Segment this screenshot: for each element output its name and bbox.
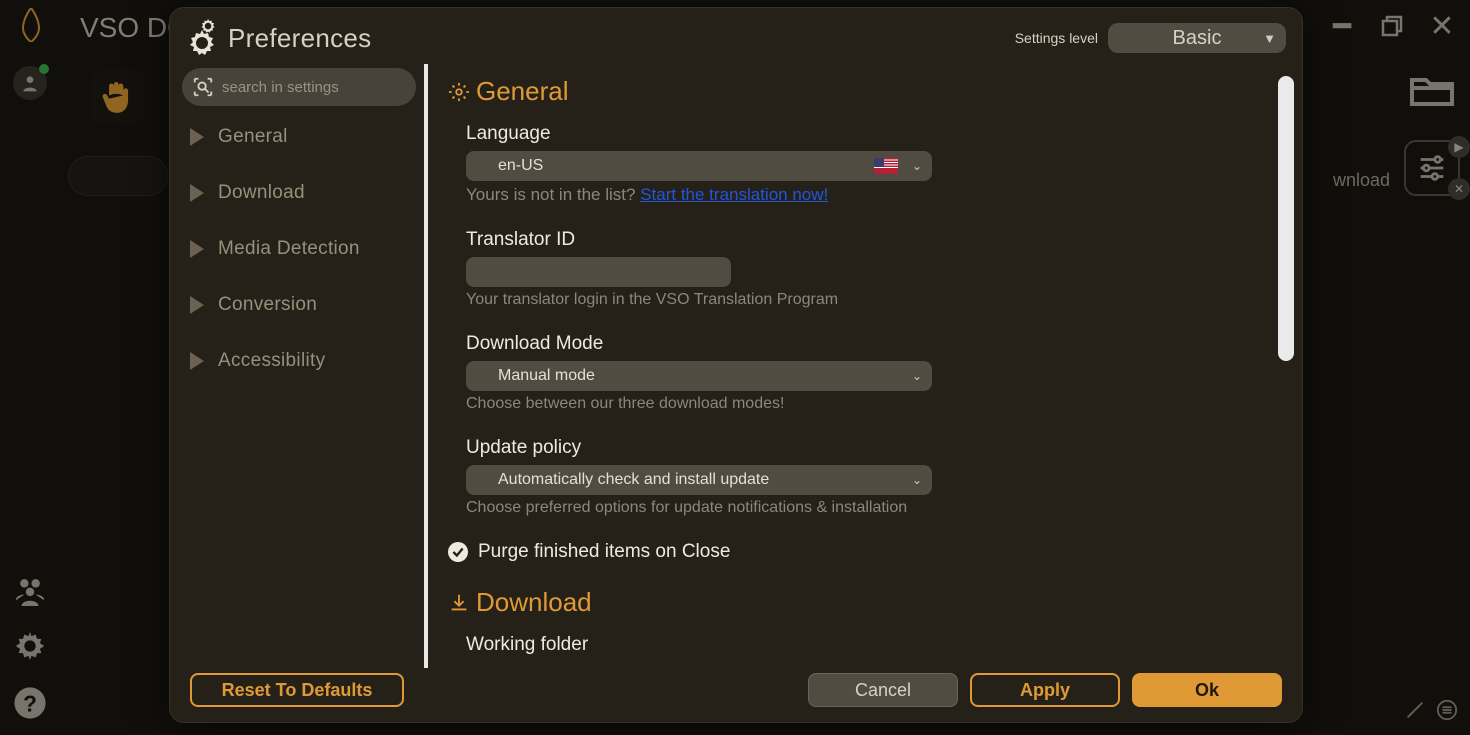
update-policy-label: Update policy	[466, 437, 1272, 459]
sidebar-item-media-detection[interactable]: Media Detection	[182, 224, 416, 274]
flag-us-icon	[874, 158, 898, 174]
translator-id-input[interactable]	[466, 257, 731, 287]
sidebar-item-general[interactable]: General	[182, 112, 416, 162]
chevron-down-icon: ⌄	[912, 159, 922, 173]
working-folder-label: Working folder	[466, 634, 1272, 656]
update-policy-desc: Choose preferred options for update noti…	[466, 499, 1272, 517]
play-icon	[190, 240, 204, 258]
play-icon	[190, 128, 204, 146]
dialog-title: Preferences	[228, 23, 371, 54]
update-policy-select[interactable]: Automatically check and install update ⌄	[466, 465, 932, 495]
search-input[interactable]	[222, 79, 421, 96]
sidebar-item-label: Accessibility	[218, 350, 325, 372]
field-working-folder: Working folder	[448, 634, 1272, 656]
translator-desc: Your translator login in the VSO Transla…	[466, 291, 1272, 309]
sidebar-item-label: General	[218, 126, 288, 148]
dialog-footer: Reset To Defaults Cancel Apply Ok	[170, 668, 1302, 722]
sidebar-item-label: Download	[218, 182, 305, 204]
play-icon	[190, 184, 204, 202]
cancel-button[interactable]: Cancel	[808, 673, 958, 707]
chevron-down-icon: ⌄	[912, 369, 922, 383]
section-heading-general: General	[448, 76, 1272, 107]
play-icon	[190, 296, 204, 314]
reset-defaults-button[interactable]: Reset To Defaults	[190, 673, 404, 707]
dialog-header: Preferences Settings level Basic ▼	[170, 8, 1302, 64]
field-language: Language en-US ⌄ Yours is not in the lis…	[448, 123, 1272, 205]
language-hint: Yours is not in the list?	[466, 185, 635, 204]
preferences-dialog: Preferences Settings level Basic ▼ Gener…	[170, 8, 1302, 722]
language-label: Language	[466, 123, 1272, 145]
ok-button[interactable]: Ok	[1132, 673, 1282, 707]
chevron-down-icon: ⌄	[912, 473, 922, 487]
update-policy-value: Automatically check and install update	[498, 471, 769, 489]
purge-checkbox[interactable]	[448, 542, 468, 562]
language-select[interactable]: en-US ⌄	[466, 151, 932, 181]
preferences-icon	[180, 18, 220, 58]
download-mode-value: Manual mode	[498, 367, 595, 385]
search-icon	[192, 76, 214, 98]
sidebar-item-download[interactable]: Download	[182, 168, 416, 218]
sidebar-item-accessibility[interactable]: Accessibility	[182, 336, 416, 386]
purge-label: Purge finished items on Close	[478, 541, 730, 563]
download-mode-label: Download Mode	[466, 333, 1272, 355]
field-purge-on-close: Purge finished items on Close	[448, 541, 1272, 563]
sidebar-item-label: Media Detection	[218, 238, 360, 260]
language-value: en-US	[498, 157, 543, 175]
settings-level-label: Settings level	[1015, 30, 1098, 46]
sidebar-item-conversion[interactable]: Conversion	[182, 280, 416, 330]
field-download-mode: Download Mode Manual mode ⌄ Choose betwe…	[448, 333, 1272, 413]
field-update-policy: Update policy Automatically check and in…	[448, 437, 1272, 517]
scrollbar-thumb[interactable]	[1278, 76, 1294, 361]
search-field[interactable]	[182, 68, 416, 106]
field-translator-id: Translator ID Your translator login in t…	[448, 229, 1272, 309]
translation-link[interactable]: Start the translation now!	[640, 185, 828, 204]
content-pane: General Language en-US ⌄ Yours is not in…	[428, 64, 1302, 668]
apply-button[interactable]: Apply	[970, 673, 1120, 707]
translator-label: Translator ID	[466, 229, 1272, 251]
download-mode-select[interactable]: Manual mode ⌄	[466, 361, 932, 391]
sidebar: General Download Media Detection Convers…	[170, 64, 428, 668]
download-mode-desc: Choose between our three download modes!	[466, 395, 1272, 413]
section-heading-download: Download	[448, 587, 1272, 618]
play-icon	[190, 352, 204, 370]
chevron-down-icon: ▼	[1263, 31, 1276, 46]
settings-level-select[interactable]: Basic ▼	[1108, 23, 1286, 53]
sidebar-item-label: Conversion	[218, 294, 317, 316]
settings-level-value: Basic	[1173, 27, 1222, 50]
